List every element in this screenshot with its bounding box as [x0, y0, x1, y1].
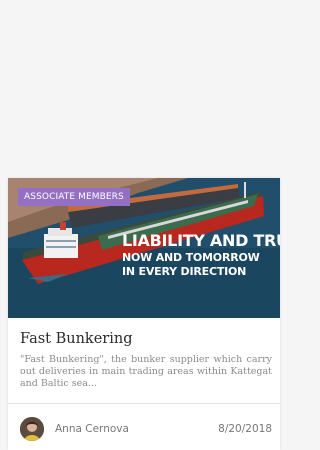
- card-divider: [8, 403, 280, 404]
- card-title[interactable]: Fast Bunkering: [20, 331, 133, 347]
- publish-date: 8/20/2018: [218, 423, 272, 435]
- card-excerpt: "Fast Bunkering", the bunker supplier wh…: [20, 354, 272, 389]
- news-card[interactable]: ASSOCIATE MEMBERS LIABILITY AND TRUS NOW…: [8, 178, 280, 450]
- slogan-line-1: LIABILITY AND TRUS: [122, 231, 280, 250]
- image-slogan: LIABILITY AND TRUS NOW AND TOMORROW IN E…: [122, 231, 280, 278]
- slogan-line-3: IN EVERY DIRECTION: [122, 265, 247, 278]
- author-avatar: [20, 417, 44, 441]
- page: ASSOCIATE MEMBERS LIABILITY AND TRUS NOW…: [0, 0, 280, 450]
- card-image[interactable]: ASSOCIATE MEMBERS LIABILITY AND TRUS NOW…: [8, 178, 280, 318]
- associate-members-tag[interactable]: ASSOCIATE MEMBERS: [18, 188, 130, 206]
- slogan-line-2: NOW AND TOMORROW: [122, 251, 260, 264]
- author-name: Anna Cernova: [55, 423, 129, 435]
